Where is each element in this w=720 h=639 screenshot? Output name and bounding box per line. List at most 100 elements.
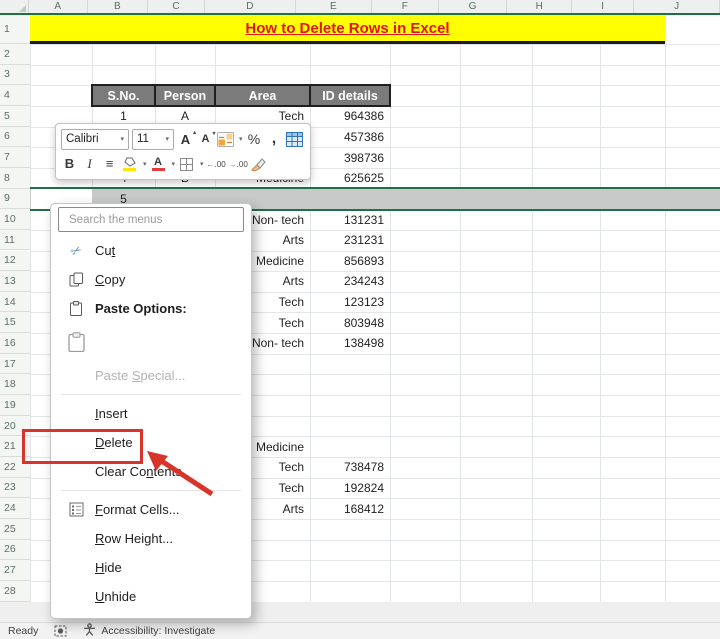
column-header-J[interactable]: J	[634, 0, 720, 13]
row-header-19[interactable]: 19	[0, 395, 30, 416]
chevron-down-icon[interactable]: ▾	[172, 160, 176, 168]
menu-item-label: Copy	[95, 272, 125, 287]
menu-item-paste-special[interactable]: Paste Special...	[51, 361, 251, 390]
row-header-17[interactable]: 17	[0, 354, 30, 375]
row-header-18[interactable]: 18	[0, 374, 30, 395]
decrease-decimal-button[interactable]: →.00	[229, 154, 248, 175]
menu-item-paste-options[interactable]: Paste Options:	[51, 294, 251, 323]
cell-E5[interactable]: 964386	[310, 106, 390, 127]
cell-E13[interactable]: 234243	[310, 271, 390, 292]
menu-item-row-height[interactable]: Row Height...	[51, 524, 251, 553]
table-header-person[interactable]: Person	[154, 84, 216, 107]
row-number: 24	[0, 502, 16, 514]
row-header-15[interactable]: 15	[0, 312, 30, 333]
menu-item-format-cells[interactable]: Format Cells...	[51, 495, 251, 524]
cell-E23[interactable]: 192824	[310, 478, 390, 499]
menu-item-cut[interactable]: ✂Cut	[51, 236, 251, 265]
align-center-button[interactable]: ≡	[101, 154, 118, 175]
row-number: 13	[0, 275, 16, 287]
row-header-26[interactable]: 26	[0, 540, 30, 561]
cell-E24[interactable]: 168412	[310, 498, 390, 519]
conditional-formatting-button[interactable]	[217, 129, 234, 150]
title-banner-cell[interactable]: How to Delete Rows in Excel	[30, 15, 665, 44]
chevron-down-icon[interactable]: ▾	[239, 135, 243, 143]
format-as-table-button[interactable]	[286, 129, 303, 150]
row-header-16[interactable]: 16	[0, 333, 30, 354]
decrease-font-size-button[interactable]: A▾	[197, 129, 214, 150]
cell-E16[interactable]: 138498	[310, 333, 390, 354]
sheet-title: How to Delete Rows in Excel	[245, 20, 449, 37]
row-header-14[interactable]: 14	[0, 292, 30, 313]
row-header-5[interactable]: 5	[0, 106, 30, 127]
fill-color-button[interactable]	[121, 154, 138, 175]
column-header-F[interactable]: F	[372, 0, 439, 13]
row-header-9[interactable]: 9	[0, 189, 30, 210]
macro-record-icon[interactable]	[54, 625, 67, 637]
table-header-area[interactable]: Area	[214, 84, 311, 107]
select-all-corner[interactable]	[0, 0, 29, 13]
row-header-3[interactable]: 3	[0, 65, 30, 86]
cell-E14[interactable]: 123123	[310, 292, 390, 313]
italic-button[interactable]: I	[81, 154, 98, 175]
row-header-4[interactable]: 4	[0, 85, 30, 106]
row-header-8[interactable]: 8	[0, 168, 30, 189]
bold-button[interactable]: B	[61, 154, 78, 175]
row-header-23[interactable]: 23	[0, 478, 30, 499]
cell-E10[interactable]: 131231	[310, 209, 390, 230]
row-header-27[interactable]: 27	[0, 560, 30, 581]
paste-button[interactable]	[51, 323, 251, 361]
row-header-2[interactable]: 2	[0, 44, 30, 65]
search-input[interactable]	[67, 213, 235, 227]
menu-item-unhide[interactable]: Unhide	[51, 582, 251, 611]
accessibility-icon	[83, 623, 96, 639]
row-header-13[interactable]: 13	[0, 271, 30, 292]
column-header-D[interactable]: D	[205, 0, 296, 13]
row-header-1[interactable]: 1	[0, 15, 30, 44]
column-header-A[interactable]: A	[29, 0, 88, 13]
accessibility-status[interactable]: Accessibility: Investigate	[83, 623, 215, 639]
increase-decimal-button[interactable]: ←.00	[207, 154, 226, 175]
cell-E12[interactable]: 856893	[310, 251, 390, 272]
row-header-24[interactable]: 24	[0, 498, 30, 519]
row-header-11[interactable]: 11	[0, 230, 30, 251]
column-header-H[interactable]: H	[507, 0, 572, 13]
cell-E22[interactable]: 738478	[310, 457, 390, 478]
font-size-select[interactable]: 11 ▾	[132, 129, 174, 150]
format-painter-button[interactable]	[251, 154, 268, 175]
row-header-25[interactable]: 25	[0, 519, 30, 540]
chevron-down-icon[interactable]: ▾	[143, 160, 147, 168]
borders-button[interactable]	[178, 154, 195, 175]
gridline	[30, 15, 31, 602]
column-header-strip: ABCDEFGHIJ	[0, 0, 720, 15]
cell-E15[interactable]: 803948	[310, 312, 390, 333]
table-header-id-details[interactable]: ID details	[309, 84, 391, 107]
font-name-select[interactable]: Calibri ▾	[61, 129, 129, 150]
font-color-button[interactable]: A	[150, 154, 167, 175]
cell-E7[interactable]: 398736	[310, 147, 390, 168]
menu-item-insert[interactable]: Insert	[51, 399, 251, 428]
cell-E8[interactable]: 625625	[310, 168, 390, 189]
row-number: 19	[0, 399, 16, 411]
menu-item-label: Hide	[95, 560, 122, 575]
status-bar: Ready Accessibility: Investigate	[0, 622, 720, 639]
increase-font-size-button[interactable]: A▴	[177, 129, 194, 150]
menu-item-copy[interactable]: Copy	[51, 265, 251, 294]
cell-E6[interactable]: 457386	[310, 127, 390, 148]
menu-item-hide[interactable]: Hide	[51, 553, 251, 582]
table-header-s-no-[interactable]: S.No.	[91, 84, 156, 107]
chevron-down-icon[interactable]: ▾	[200, 160, 204, 168]
comma-style-button[interactable]: ,	[266, 129, 283, 150]
menu-search-box[interactable]	[58, 207, 244, 232]
column-header-C[interactable]: C	[148, 0, 205, 13]
row-header-7[interactable]: 7	[0, 147, 30, 168]
column-header-B[interactable]: B	[88, 0, 148, 13]
percent-style-button[interactable]: %	[246, 129, 263, 150]
row-header-10[interactable]: 10	[0, 209, 30, 230]
column-header-E[interactable]: E	[296, 0, 372, 13]
cell-E11[interactable]: 231231	[310, 230, 390, 251]
column-header-I[interactable]: I	[572, 0, 634, 13]
row-header-28[interactable]: 28	[0, 581, 30, 602]
row-header-12[interactable]: 12	[0, 251, 30, 272]
column-header-G[interactable]: G	[439, 0, 508, 13]
row-header-6[interactable]: 6	[0, 127, 30, 148]
